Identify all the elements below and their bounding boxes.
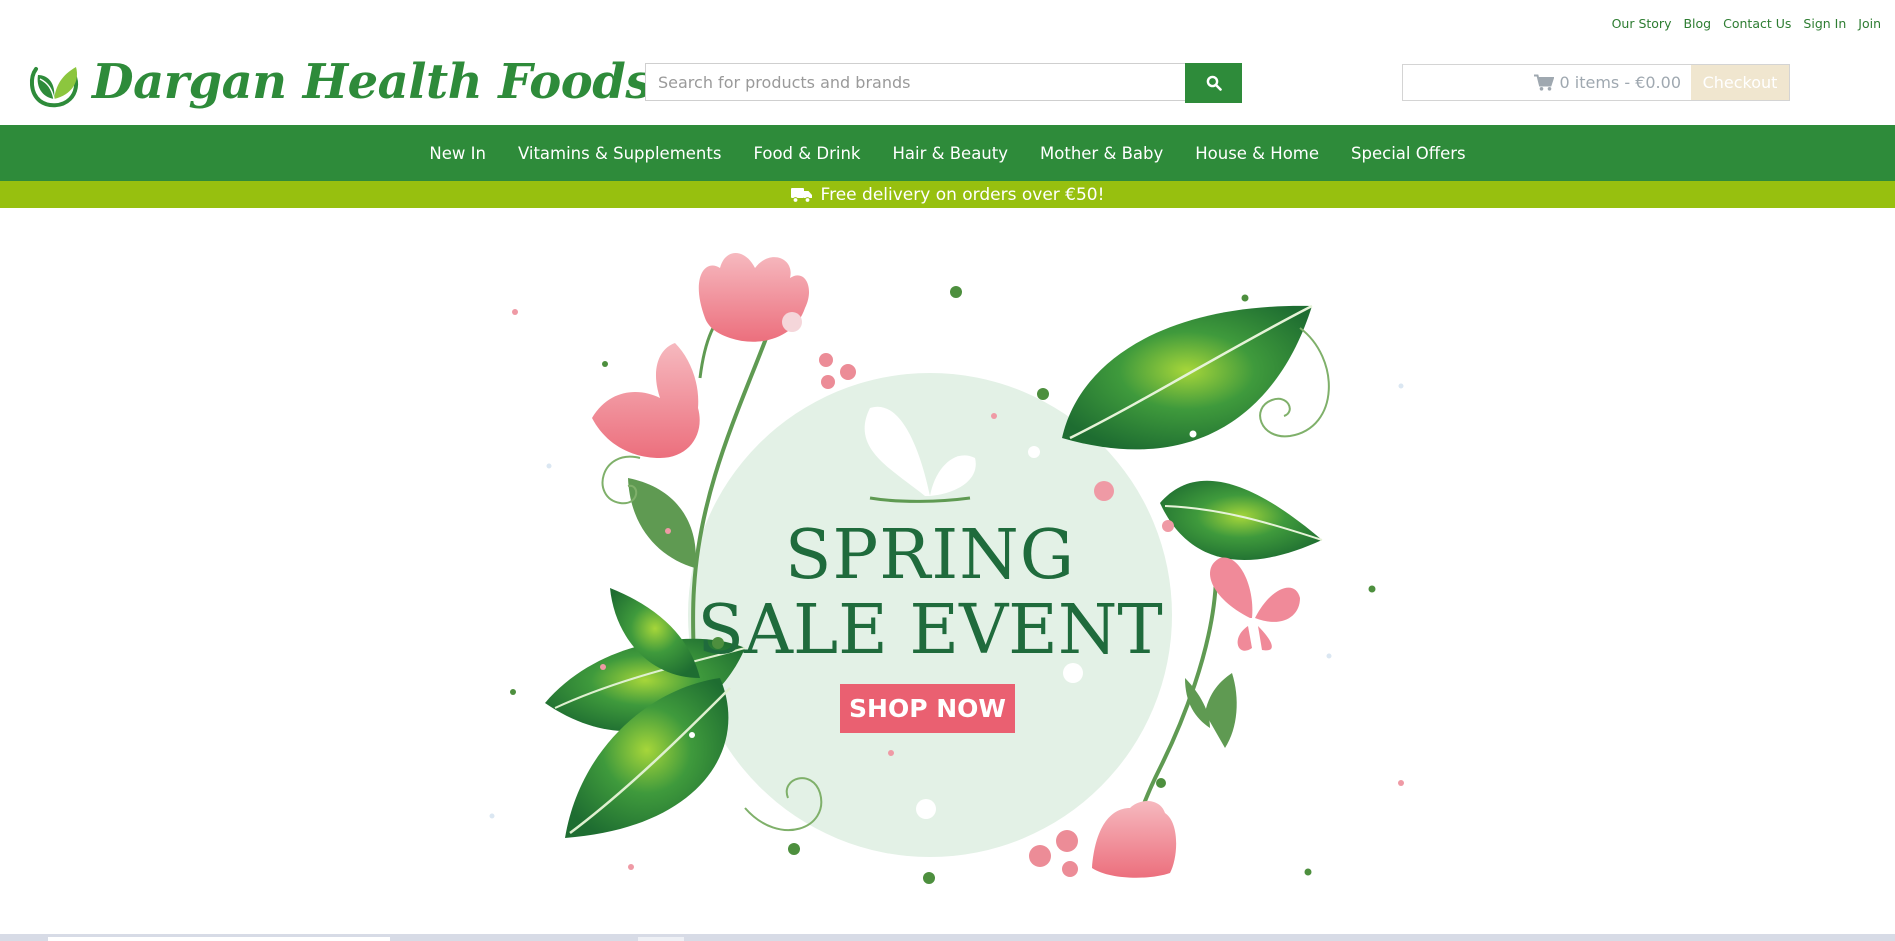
search-input[interactable] <box>645 63 1185 101</box>
cart-summary[interactable]: 0 items - €0.00 <box>1403 65 1691 100</box>
tulip-left <box>592 343 700 458</box>
util-link-join[interactable]: Join <box>1858 16 1881 31</box>
search-icon <box>1206 75 1222 91</box>
tulip-top <box>698 253 856 389</box>
hero-banner[interactable]: SPRING SALE EVENT SHOP NOW <box>0 208 1895 932</box>
site-logo[interactable]: Dargan Health Foods <box>26 44 652 120</box>
search-button[interactable] <box>1185 63 1242 103</box>
util-link-contact-us[interactable]: Contact Us <box>1723 16 1791 31</box>
util-link-blog[interactable]: Blog <box>1683 16 1711 31</box>
bottom-strip-segment <box>48 937 390 941</box>
hero-title-line2: SALE EVENT <box>697 591 1163 670</box>
mini-cart: 0 items - €0.00 Checkout <box>1402 64 1790 101</box>
free-delivery-banner: Free delivery on orders over €50! <box>0 181 1895 208</box>
shop-now-button[interactable]: SHOP NOW <box>840 684 1015 733</box>
delivery-truck-icon <box>790 187 812 203</box>
nav-item-mother-baby[interactable]: Mother & Baby <box>1024 144 1179 163</box>
bottom-strip-segment <box>638 937 684 941</box>
nav-item-hair-beauty[interactable]: Hair & Beauty <box>876 144 1024 163</box>
nav-item-food-drink[interactable]: Food & Drink <box>737 144 876 163</box>
utility-links: Our Story Blog Contact Us Sign In Join <box>1612 16 1881 31</box>
logo-text: Dargan Health Foods <box>92 54 652 110</box>
nav-item-vitamins-supplements[interactable]: Vitamins & Supplements <box>502 144 738 163</box>
free-delivery-text: Free delivery on orders over €50! <box>820 184 1105 205</box>
util-link-sign-in[interactable]: Sign In <box>1803 16 1846 31</box>
nav-item-special-offers[interactable]: Special Offers <box>1335 144 1482 163</box>
bottom-strip <box>0 934 1895 941</box>
shopping-cart-icon <box>1533 74 1554 91</box>
checkout-button[interactable]: Checkout <box>1691 65 1789 100</box>
nav-item-house-home[interactable]: House & Home <box>1179 144 1335 163</box>
butterfly-pink <box>1210 557 1300 651</box>
leaf-logo-icon <box>29 67 79 108</box>
search-bar <box>645 63 1242 103</box>
main-nav: New In Vitamins & Supplements Food & Dri… <box>0 125 1895 181</box>
util-link-our-story[interactable]: Our Story <box>1612 16 1672 31</box>
cart-summary-text: 0 items - €0.00 <box>1559 73 1682 92</box>
nav-item-new-in[interactable]: New In <box>413 144 502 163</box>
hero-title-line1: SPRING <box>784 516 1076 595</box>
